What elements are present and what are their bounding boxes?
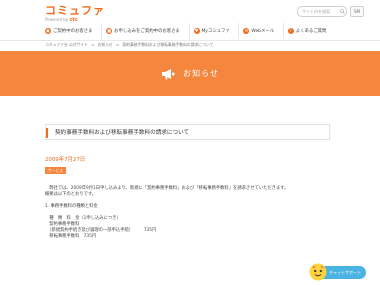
article-date: 2009年7月27日 xyxy=(45,157,86,163)
megaphone-icon xyxy=(162,68,175,79)
breadcrumb-home[interactable]: コミュファ光 公式サイト xyxy=(45,42,88,47)
nav-item-label: お申し込みをご契約中のお客さま xyxy=(114,29,180,34)
user-icon: ● xyxy=(45,28,51,34)
banner-content: お知らせ xyxy=(0,51,380,96)
page-banner: お知らせ xyxy=(0,51,380,96)
breadcrumb-separator: > xyxy=(115,42,120,47)
mail-icon: ✉ xyxy=(243,28,250,34)
article-area: 契約事務手数料および移転事務手数料の請求について 2009年7月27日 サービス… xyxy=(0,96,380,285)
search-icon[interactable] xyxy=(340,9,345,14)
nav-item-my-commufa[interactable]: ♥ Myコミュファ xyxy=(188,23,239,39)
breadcrumb: コミュファ光 公式サイト > お知らせ > 契約事務手数料および移転事務手数料の… xyxy=(45,42,215,48)
nav-item-label: よくあるご質問 xyxy=(295,29,327,34)
logo-main-text: コミュファ xyxy=(45,4,105,17)
nav-item-label: Webメール xyxy=(251,29,275,34)
heart-icon: ♥ xyxy=(193,28,200,34)
article-line: 移転事務手数料 735円 xyxy=(45,234,97,239)
article-title-box: 契約事務手数料および移転事務手数料の請求について xyxy=(45,124,330,140)
nav-item-label: ご契約中のお客さま xyxy=(53,29,93,34)
header-divider xyxy=(0,40,380,41)
nav-item-label: Myコミュファ xyxy=(201,29,230,34)
breadcrumb-current: 契約事務手数料および移転事務手数料の請求について xyxy=(122,42,214,47)
site-header: コミュファ Powered by ctc サイト内を検索 SM ● ご契約中のお… xyxy=(0,0,380,40)
category-badge: サービス xyxy=(45,167,66,174)
site-logo[interactable]: コミュファ Powered by ctc xyxy=(45,4,105,24)
question-icon: ? xyxy=(287,28,294,34)
nav-item-faq[interactable]: ? よくあるご質問 xyxy=(282,23,335,39)
nav-item-webmail[interactable]: ✉ Webメール xyxy=(238,23,282,39)
main-nav: ● ご契約中のお客さま ■ お申し込みをご契約中のお客さま ♥ Myコミュファ … xyxy=(45,23,335,39)
breadcrumb-separator: > xyxy=(91,42,95,47)
article-title: 契約事務手数料および移転事務手数料の請求について xyxy=(55,130,190,136)
logo-sub-prefix: Powered by xyxy=(45,17,69,22)
chat-avatar-icon[interactable] xyxy=(309,263,327,281)
article-body: 弊社では、2009年9月1日申し込みより、新規に「契約事務手数料」および「移転事… xyxy=(45,186,335,240)
nav-item-contract[interactable]: ● ご契約中のお客さま xyxy=(45,23,101,39)
document-icon: ■ xyxy=(106,28,113,34)
nav-item-application[interactable]: ■ お申し込みをご契約中のお客さま xyxy=(101,23,188,39)
chat-support-label: チャットサポート xyxy=(329,269,361,275)
page-title: お知らせ xyxy=(183,69,219,78)
site-map-button[interactable]: SM xyxy=(350,6,364,17)
breadcrumb-news[interactable]: お知らせ xyxy=(98,42,113,47)
title-accent-bar xyxy=(46,128,48,138)
